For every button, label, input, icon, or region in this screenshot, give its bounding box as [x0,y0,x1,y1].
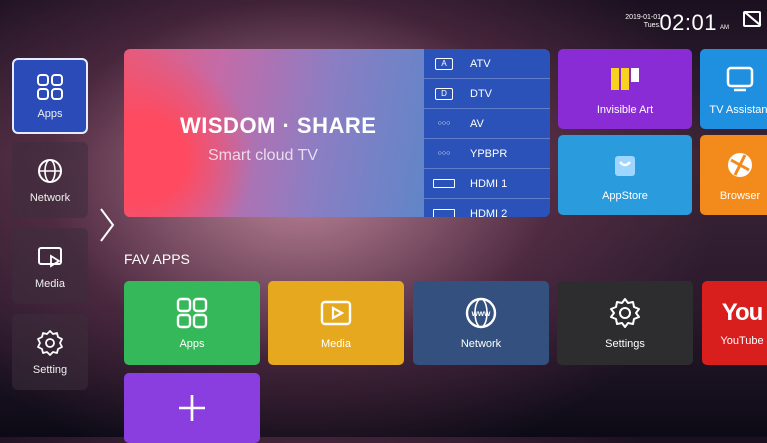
date-text: 2019-01-01 [625,14,661,21]
tv-assistant-icon [726,66,754,92]
source-label: HDMI 1 [470,177,508,190]
sidebar-item-label: Network [29,192,71,204]
atv-icon: A [435,57,453,70]
hdmi-icon [433,179,455,188]
appstore-bag-icon [615,156,635,176]
media-icon [38,247,62,268]
source-label: DTV [470,87,492,100]
fav-tile-settings[interactable]: Settings [557,281,693,365]
clock-time: 02:01 [659,10,717,35]
fav-apps-title: FAV APPS [124,251,190,267]
banner-subtitle: Smart cloud TV [208,147,318,164]
invisible-art-icon [611,68,639,90]
dtv-icon: D [435,87,453,100]
tile-label: AppStore [602,190,648,202]
source-item-hdmi2[interactable]: HDMI 2 [424,199,550,217]
no-signal-icon [743,11,761,27]
app-tile-tv-assistant[interactable]: TV Assistant [700,49,767,129]
clock-ampm: AM [720,25,729,31]
fav-tile-apps[interactable]: Apps [124,281,260,365]
tile-label: TV Assistant [709,104,767,116]
tile-label: Invisible Art [596,104,654,116]
tile-label: Media [321,338,351,350]
status-bar: 2019-01-01 Tues. 02:01 AM [0,0,767,38]
av-icon: ○○○ [437,120,451,127]
sidebar-item-label: Apps [37,108,63,120]
grid-icon [176,297,208,329]
app-tile-browser[interactable]: Browser [700,135,767,215]
source-item-ypbpr[interactable]: ○○○ YPBPR [424,139,550,169]
plus-icon [179,395,205,421]
youtube-logo-icon: You [721,299,764,326]
source-list: A ATV D DTV ○○○ AV ○○○ YPBPR HDMI 1 HDMI… [424,49,550,217]
tile-label: Network [460,338,502,350]
fav-tile-media[interactable]: Media [268,281,404,365]
sidebar-item-setting[interactable]: Setting [12,314,88,390]
tile-label: Settings [605,338,645,350]
www-globe-icon: www [465,297,497,329]
source-item-av[interactable]: ○○○ AV [424,109,550,139]
banner-title: WISDOM · SHARE [180,113,377,138]
source-item-atv[interactable]: A ATV [424,49,550,79]
weekday-text: Tues. [643,22,661,29]
play-icon [320,300,352,326]
fav-tile-youtube[interactable]: You YouTube [702,281,767,365]
gear-icon [37,330,63,356]
date-display: 2019-01-01 Tues. [625,14,661,30]
app-tile-appstore[interactable]: AppStore [558,135,692,215]
source-label: ATV [470,57,491,70]
globe-icon [38,159,62,183]
svg-text:www: www [471,309,491,318]
tile-label: YouTube [720,335,764,347]
sidebar-item-label: Media [35,278,65,290]
source-label: AV [470,117,484,130]
source-item-hdmi1[interactable]: HDMI 1 [424,169,550,199]
tile-label: Browser [719,190,761,202]
sidebar-item-label: Setting [32,364,68,376]
gear-icon [610,298,640,328]
fav-tile-network[interactable]: www Network [413,281,549,365]
browser-icon [728,153,752,177]
sidebar-item-media[interactable]: Media [12,228,88,304]
hdmi-icon [433,209,455,217]
source-label: HDMI 2 [470,207,508,218]
add-fav-button[interactable] [124,373,260,443]
app-tile-invisible-art[interactable]: Invisible Art [558,49,692,129]
grid-icon [37,74,63,100]
ypbpr-icon: ○○○ [437,150,451,157]
hero-banner[interactable]: WISDOM · SHARE Smart cloud TV [124,49,426,217]
sidebar-item-network[interactable]: Network [12,142,88,218]
sidebar-item-apps[interactable]: Apps [12,58,88,134]
chevron-right-icon[interactable] [99,207,115,243]
source-item-dtv[interactable]: D DTV [424,79,550,109]
tile-label: Apps [179,338,205,350]
source-label: YPBPR [470,147,508,160]
